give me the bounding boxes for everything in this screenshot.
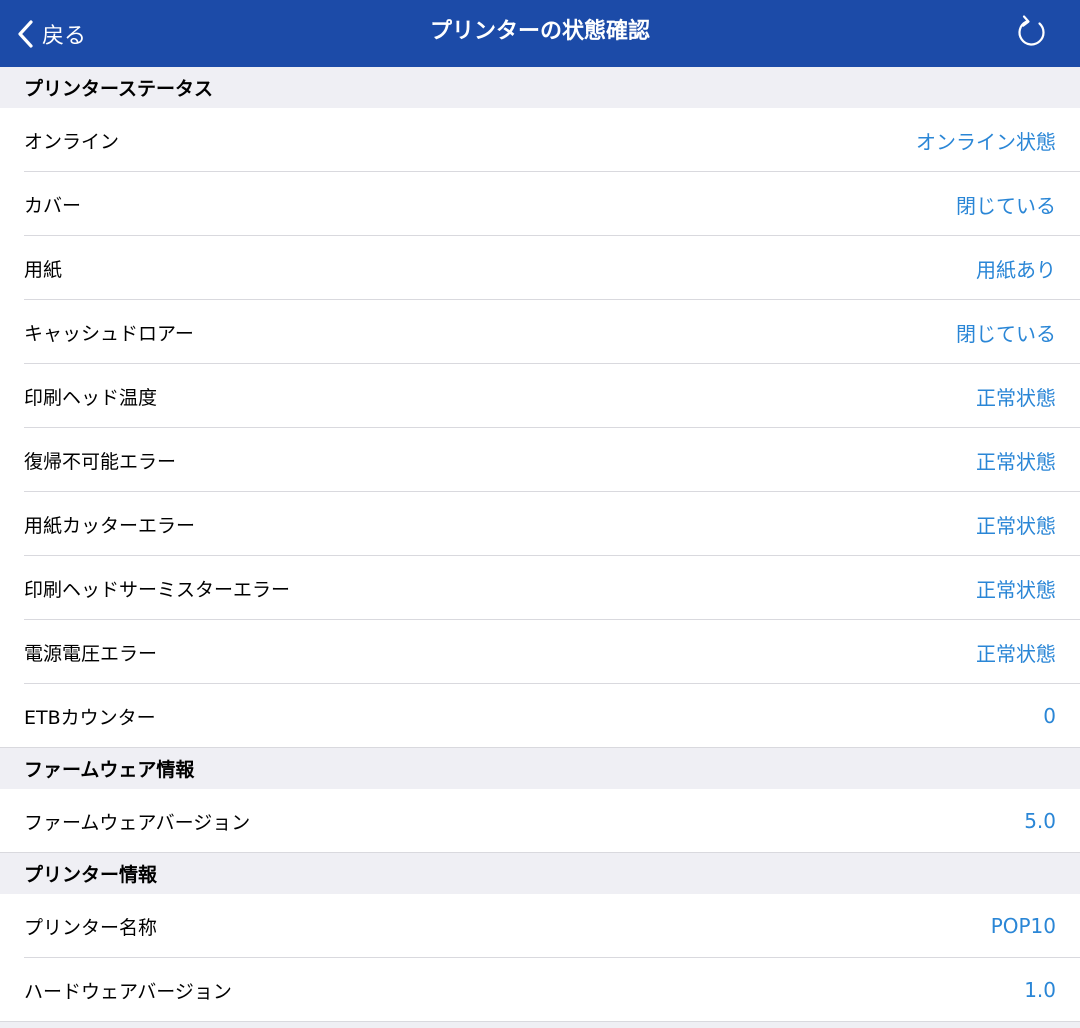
row-label: 電源電圧エラー [24, 642, 158, 665]
row-value: 閉じている [956, 193, 1056, 218]
section-printer-info: プリンター名称 POP10 ハードウェアバージョン 1.0 [0, 894, 1080, 1022]
row-online: オンライン オンライン状態 [0, 108, 1080, 172]
refresh-button[interactable] [1012, 12, 1052, 52]
page-title: プリンターの状態確認 [429, 19, 650, 44]
row-print-head-thermistor-error: 印刷ヘッドサーミスターエラー 正常状態 [0, 556, 1080, 620]
chevron-left-icon [16, 19, 34, 49]
row-value: 正常状態 [976, 449, 1056, 474]
row-value: 正常状態 [976, 513, 1056, 538]
row-label: 復帰不可能エラー [24, 450, 177, 473]
row-value: 1.0 [1024, 978, 1056, 1002]
row-value: 用紙あり [976, 257, 1056, 282]
row-firmware-version: ファームウェアバージョン 5.0 [0, 789, 1080, 853]
row-value: 正常状態 [976, 577, 1056, 602]
back-label: 戻る [42, 23, 87, 49]
row-label: ファームウェアバージョン [24, 811, 251, 834]
row-value: 閉じている [956, 321, 1056, 346]
row-cover: カバー 閉じている [0, 172, 1080, 236]
row-label: カバー [24, 194, 82, 217]
row-label: ETBカウンター [24, 706, 156, 729]
row-hardware-version: ハードウェアバージョン 1.0 [0, 958, 1080, 1022]
row-cash-drawer: キャッシュドロアー 閉じている [0, 300, 1080, 364]
row-value: 正常状態 [976, 385, 1056, 410]
row-print-head-temperature: 印刷ヘッド温度 正常状態 [0, 364, 1080, 428]
section-firmware-info: ファームウェアバージョン 5.0 [0, 789, 1080, 853]
section-header-firmware-info: ファームウェア情報 [0, 748, 1080, 789]
row-paper-cutter-error: 用紙カッターエラー 正常状態 [0, 492, 1080, 556]
row-value: POP10 [990, 914, 1056, 938]
row-power-voltage-error: 電源電圧エラー 正常状態 [0, 620, 1080, 684]
row-label: 用紙カッターエラー [24, 514, 196, 537]
row-label: 印刷ヘッドサーミスターエラー [24, 578, 291, 601]
navigation-bar: 戻る プリンターの状態確認 [0, 0, 1080, 67]
section-printer-status: オンライン オンライン状態 カバー 閉じている 用紙 用紙あり キャッシュドロア… [0, 108, 1080, 748]
row-printer-name: プリンター名称 POP10 [0, 894, 1080, 958]
row-value: 5.0 [1024, 809, 1056, 833]
row-label: プリンター名称 [24, 916, 158, 939]
status-list: プリンターステータス オンライン オンライン状態 カバー 閉じている 用紙 用紙… [0, 67, 1080, 1022]
row-unrecoverable-error: 復帰不可能エラー 正常状態 [0, 428, 1080, 492]
row-value: 0 [1043, 704, 1056, 728]
back-button[interactable]: 戻る [16, 0, 86, 67]
row-paper: 用紙 用紙あり [0, 236, 1080, 300]
row-label: 印刷ヘッド温度 [24, 386, 158, 409]
row-label: 用紙 [24, 258, 63, 281]
row-etb-counter: ETBカウンター 0 [0, 684, 1080, 748]
row-label: オンライン [24, 130, 120, 153]
row-label: キャッシュドロアー [24, 322, 194, 345]
row-label: ハードウェアバージョン [24, 980, 232, 1003]
refresh-icon [1012, 15, 1052, 56]
section-header-printer-status: プリンターステータス [0, 67, 1080, 108]
row-value: オンライン状態 [916, 129, 1056, 154]
row-value: 正常状態 [976, 641, 1056, 666]
section-header-printer-info: プリンター情報 [0, 853, 1080, 894]
